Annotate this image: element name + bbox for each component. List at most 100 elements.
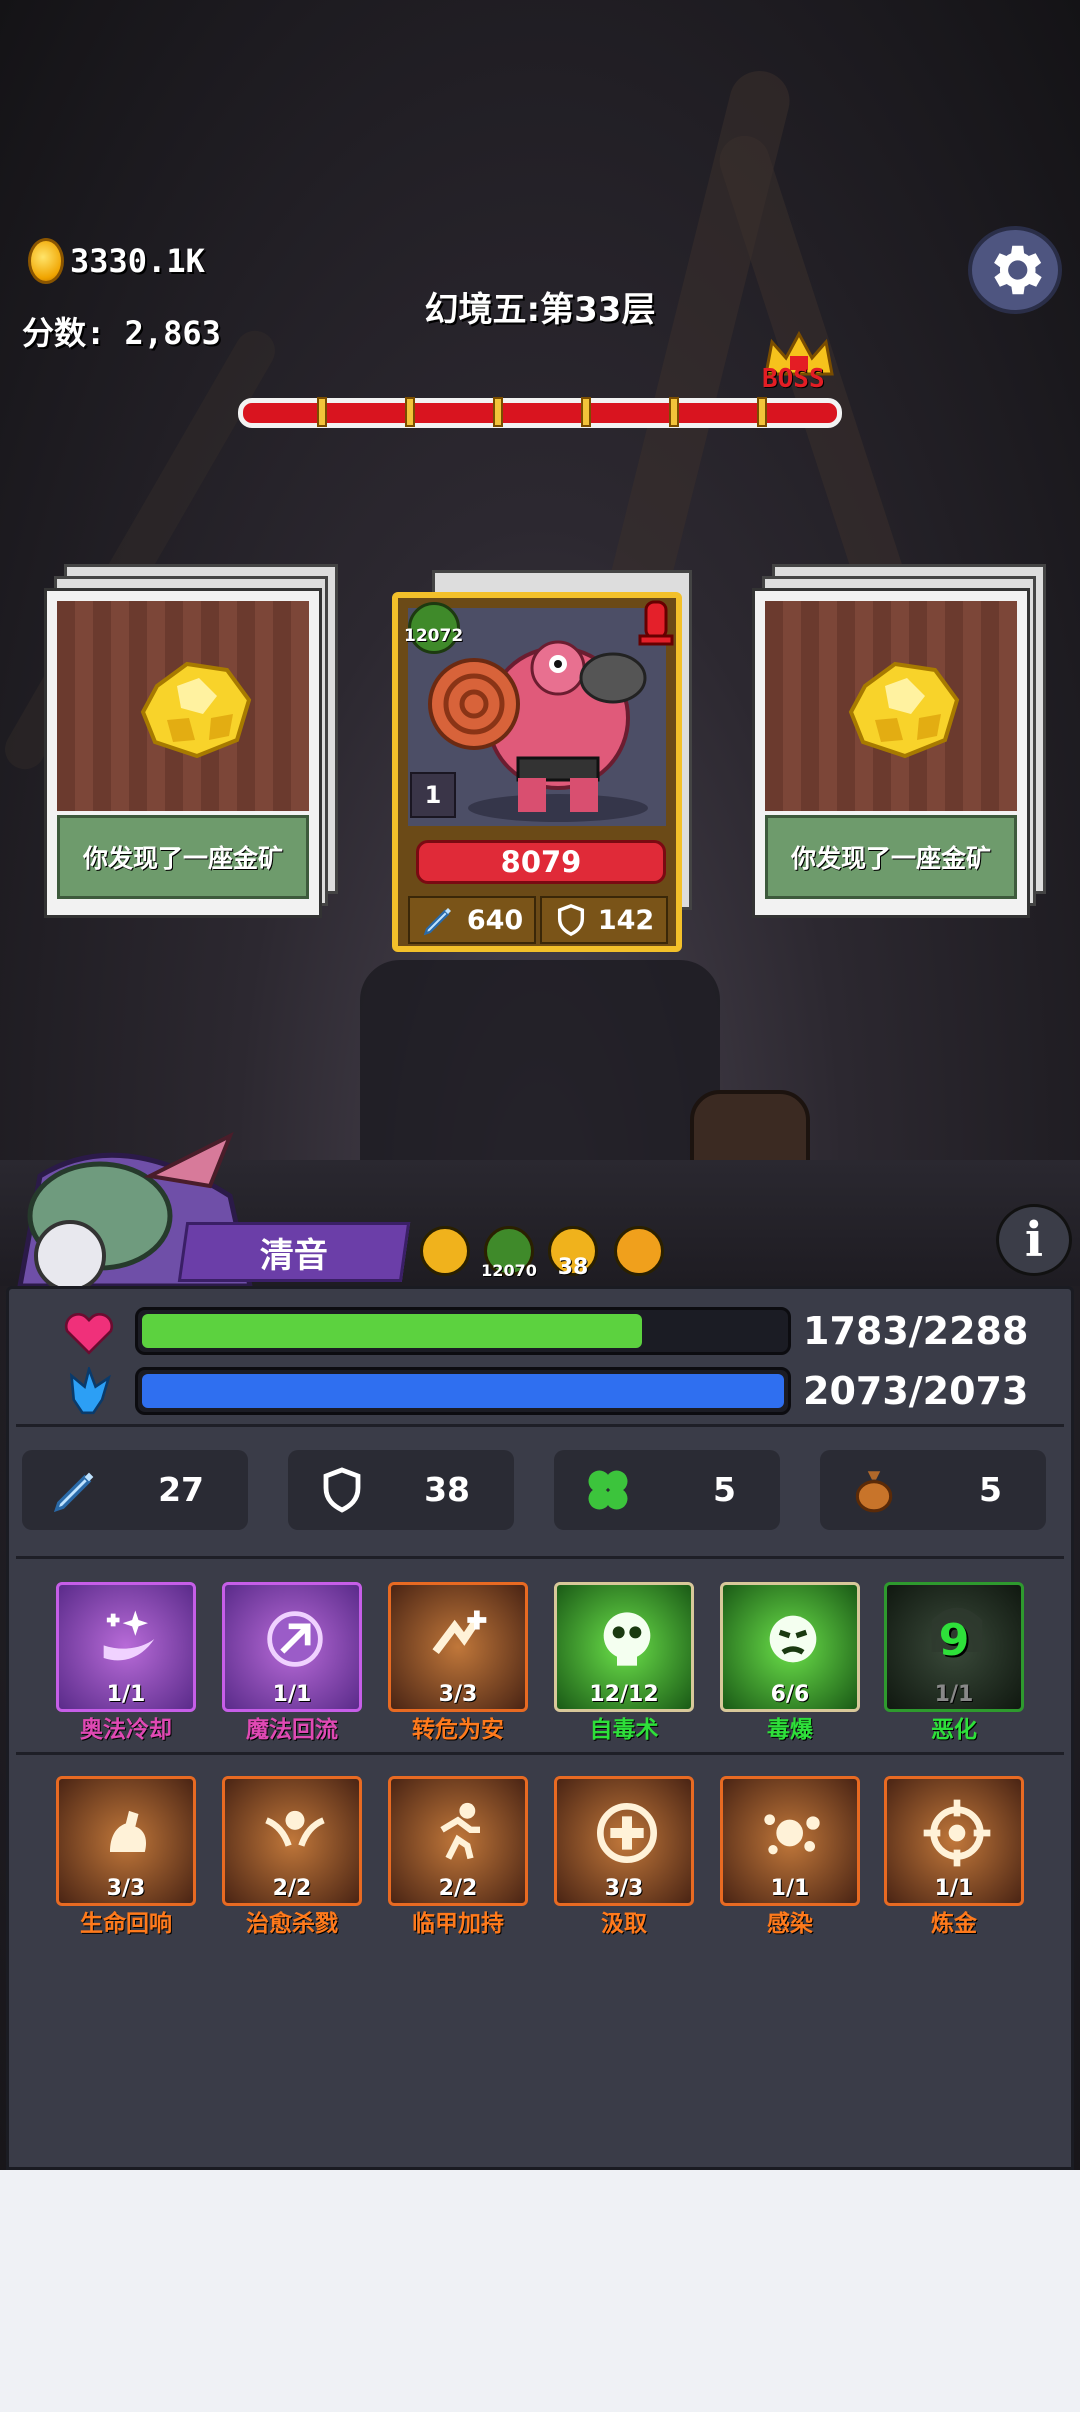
skill-name: 自毒术 xyxy=(589,1717,659,1743)
coin-amount: 3330.1K xyxy=(70,242,205,280)
gold-ore-icon xyxy=(140,661,252,759)
progress-tick xyxy=(669,397,679,427)
skill-worsen[interactable]: 9 1/1 xyxy=(884,1582,1024,1712)
poison-buff-icon[interactable]: 12070 xyxy=(481,1226,537,1280)
skill-name: 治愈杀戮 xyxy=(246,1911,338,1937)
skill-heal-slaughter[interactable]: 2/2 xyxy=(222,1776,362,1906)
skill-life-echo[interactable]: 3/3 xyxy=(56,1776,196,1906)
skill-level: 12/12 xyxy=(589,1682,659,1707)
skill-magic-reflux[interactable]: 1/1 xyxy=(222,1582,362,1712)
gold-ore-icon xyxy=(848,661,960,759)
skill-level: 1/1 xyxy=(770,1876,810,1901)
defense-stat: 38 xyxy=(288,1450,514,1530)
gold-bag-value: 5 xyxy=(979,1470,1002,1509)
shield-icon xyxy=(557,904,584,937)
skill-alchemy[interactable]: 1/1 xyxy=(884,1776,1024,1906)
skill-turn-danger[interactable]: 3/3 xyxy=(388,1582,528,1712)
skill-drain[interactable]: 3/3 xyxy=(554,1776,694,1906)
alert-bell-icon xyxy=(638,600,674,646)
skill-name: 临甲加持 xyxy=(412,1911,504,1937)
enemy-card[interactable]: 12072 1 8079 640 142 xyxy=(392,570,692,952)
enemy-attack: 640 xyxy=(408,896,536,944)
skill-self-poison[interactable]: 12/12 xyxy=(554,1582,694,1712)
divider xyxy=(16,1424,1064,1427)
sword-icon xyxy=(423,908,451,936)
progress-tick xyxy=(405,397,415,427)
hp-bar xyxy=(135,1307,791,1355)
enemy-hp: 8079 xyxy=(416,840,666,884)
skill-counter: 9 xyxy=(938,1615,970,1666)
hp-text: 1783/2288 xyxy=(803,1309,1029,1353)
heart-icon xyxy=(64,1313,114,1355)
mp-bar-fill xyxy=(142,1374,784,1408)
enemy-attack-value: 640 xyxy=(466,904,524,936)
hp-bar-fill xyxy=(142,1314,642,1348)
skill-poison-burst[interactable]: 6/6 xyxy=(720,1582,860,1712)
divider xyxy=(16,1752,1064,1755)
skill-armor-blessing[interactable]: 2/2 xyxy=(388,1776,528,1906)
orange-runner-icon xyxy=(440,1802,480,1860)
luck-value: 5 xyxy=(713,1470,736,1509)
person-buff-icon[interactable] xyxy=(420,1226,470,1276)
purple-magic-icon xyxy=(103,1610,155,1661)
skill-infection[interactable]: 1/1 xyxy=(720,1776,860,1906)
coin-icon xyxy=(28,238,64,284)
progress-tick xyxy=(493,397,503,427)
shield-buff-value: 38 xyxy=(557,1255,589,1280)
skill-name: 恶化 xyxy=(931,1717,977,1743)
skill-level: 2/2 xyxy=(438,1876,478,1901)
enemy-defense: 142 xyxy=(540,896,668,944)
skill-level: 1/1 xyxy=(934,1682,974,1707)
stage-title: 幻境五:第33层 xyxy=(424,290,656,330)
poison-buff-value: 12070 xyxy=(481,1261,537,1280)
info-button[interactable]: i xyxy=(996,1204,1072,1276)
orange-splash-icon xyxy=(764,1814,820,1855)
mp-row: 2073/2073 xyxy=(9,1367,1071,1419)
orange-angel-icon xyxy=(265,1810,325,1847)
boss-label: BOSS xyxy=(762,364,825,394)
skill-level: 6/6 xyxy=(770,1682,810,1707)
skill-arcane-cooldown[interactable]: 1/1 xyxy=(56,1582,196,1712)
card-face: 你发现了一座金矿 xyxy=(44,588,322,918)
progress-tick xyxy=(317,397,327,427)
attack-value: 27 xyxy=(158,1470,204,1509)
purple-flow-icon xyxy=(267,1611,323,1667)
card-caption: 你发现了一座金矿 xyxy=(57,815,309,899)
skill-name: 奥法冷却 xyxy=(80,1717,172,1743)
card-caption: 你发现了一座金矿 xyxy=(765,815,1017,899)
mana-flame-icon xyxy=(69,1367,111,1415)
enemy-card-frame: 12072 1 8079 640 142 xyxy=(392,592,682,952)
skill-name: 魔法回流 xyxy=(246,1717,338,1743)
enemy-poison-value: 12072 xyxy=(404,626,464,646)
skill-name: 感染 xyxy=(767,1911,813,1937)
shield-buff-icon[interactable]: 38 xyxy=(548,1226,598,1280)
progress-tick xyxy=(581,397,591,427)
game-scene: 3330.1K 分数: 2,863 幻境五:第33层 BOSS 你发现了一座金矿… xyxy=(0,0,1080,2170)
skill-level: 1/1 xyxy=(934,1876,974,1901)
fist-buff-icon[interactable] xyxy=(614,1226,664,1276)
orange-cross-icon xyxy=(597,1803,657,1863)
green-face-icon xyxy=(769,1615,817,1663)
gold-mine-card-right[interactable]: 你发现了一座金矿 xyxy=(752,564,1046,918)
card-face: 你发现了一座金矿 xyxy=(752,588,1030,918)
enemy-defense-value: 142 xyxy=(597,904,655,936)
skill-level: 1/1 xyxy=(272,1682,312,1707)
money-bag-icon xyxy=(855,1471,893,1513)
gold-mine-card-left[interactable]: 你发现了一座金矿 xyxy=(44,564,338,918)
orange-target-icon xyxy=(923,1799,991,1867)
skill-name: 毒爆 xyxy=(767,1717,813,1743)
orange-heal-icon xyxy=(432,1610,487,1655)
sword-icon xyxy=(53,1472,94,1513)
skill-level: 3/3 xyxy=(604,1876,644,1901)
coin-counter: 3330.1K xyxy=(28,238,205,284)
dungeon-doorway xyxy=(360,960,720,1160)
floor-progress-bar xyxy=(238,397,842,428)
player-name: 清音 xyxy=(260,1235,328,1276)
attack-stat: 27 xyxy=(22,1450,248,1530)
mp-text: 2073/2073 xyxy=(803,1369,1029,1413)
skill-level: 3/3 xyxy=(106,1876,146,1901)
orange-arm-icon xyxy=(110,1810,147,1852)
player-name-tag: 清音 xyxy=(177,1222,411,1282)
card-art xyxy=(765,601,1017,811)
skill-name: 生命回响 xyxy=(80,1911,172,1937)
